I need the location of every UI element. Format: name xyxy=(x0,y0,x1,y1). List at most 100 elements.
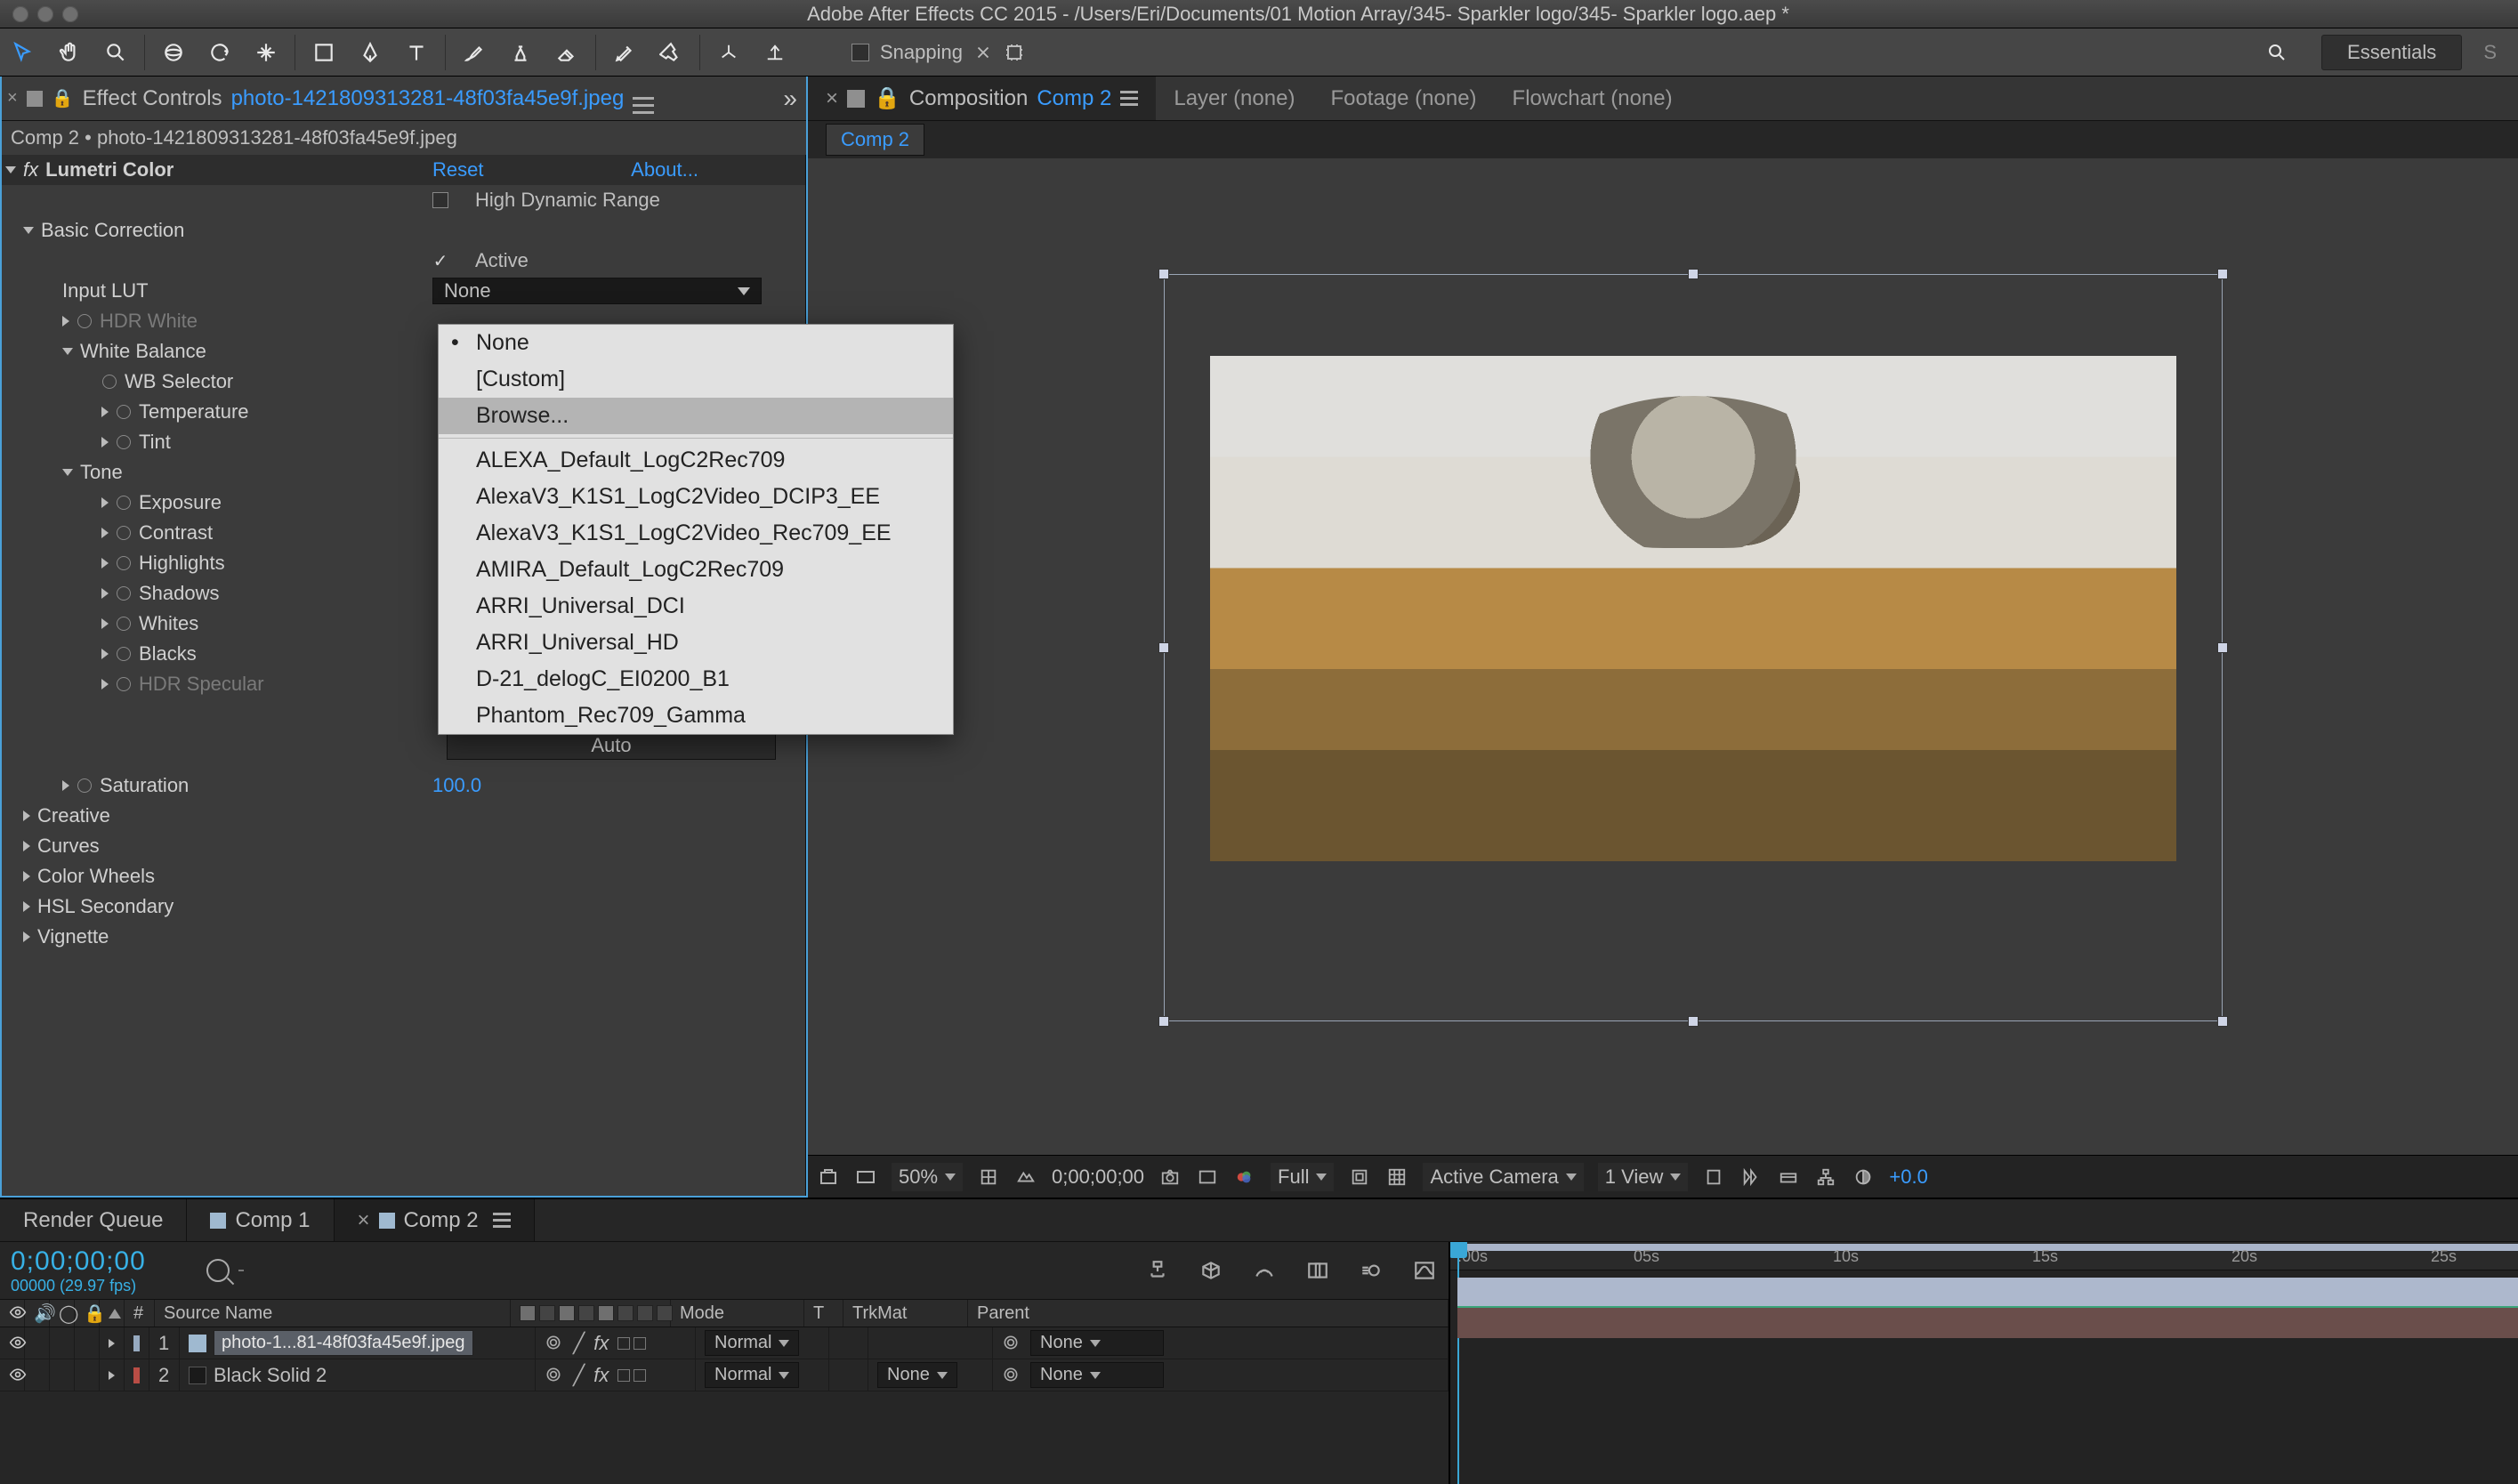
transform-handle[interactable] xyxy=(1688,269,1699,279)
mode-dropdown[interactable]: Normal xyxy=(705,1330,799,1356)
work-area-bar[interactable] xyxy=(1457,1244,2518,1251)
pickwhip-icon[interactable] xyxy=(1002,1334,1021,1353)
stopwatch-icon[interactable] xyxy=(116,525,132,541)
type-tool-icon[interactable] xyxy=(400,36,432,69)
zoom-dropdown[interactable]: 50% xyxy=(892,1163,963,1191)
zoom-traffic[interactable] xyxy=(62,6,78,22)
lut-option-item[interactable]: AMIRA_Default_LogC2Rec709 xyxy=(439,552,953,588)
effect-name[interactable]: Lumetri Color xyxy=(45,158,174,181)
lut-option-custom[interactable]: [Custom] xyxy=(439,361,953,398)
comp-flowchart-icon[interactable] xyxy=(1814,1165,1837,1189)
timeline-tracks[interactable]: :00s 05s 10s 15s 20s 25s xyxy=(1450,1242,2518,1484)
creative-group[interactable]: Creative xyxy=(37,804,110,827)
layer-name[interactable]: Black Solid 2 xyxy=(214,1364,327,1387)
mode-col[interactable]: Mode xyxy=(671,1300,804,1327)
zoom-tool-icon[interactable] xyxy=(100,36,132,69)
timecode-display[interactable]: 0;00;00;00 xyxy=(1052,1165,1144,1189)
graph-editor-icon[interactable] xyxy=(1411,1257,1438,1284)
panel-menu-icon[interactable] xyxy=(1120,91,1138,106)
channel-icon[interactable] xyxy=(1233,1165,1256,1189)
visibility-toggle[interactable] xyxy=(9,1366,27,1385)
region-of-interest-icon[interactable] xyxy=(1348,1165,1371,1189)
lut-option-item[interactable]: ARRI_Universal_DCI xyxy=(439,588,953,625)
roto-brush-tool-icon[interactable] xyxy=(609,36,641,69)
flowchart-tab[interactable]: Flowchart (none) xyxy=(1495,77,1691,120)
rotate-tool-icon[interactable] xyxy=(204,36,236,69)
show-snapshot-icon[interactable] xyxy=(1196,1165,1219,1189)
pan-behind-tool-icon[interactable] xyxy=(250,36,282,69)
pen-tool-icon[interactable] xyxy=(354,36,386,69)
transform-handle[interactable] xyxy=(1158,1016,1169,1027)
vignette-group[interactable]: Vignette xyxy=(37,925,109,948)
close-tab-icon[interactable]: × xyxy=(7,88,18,109)
camera-dropdown[interactable]: Active Camera xyxy=(1423,1163,1583,1191)
hsl-secondary-group[interactable]: HSL Secondary xyxy=(37,895,174,918)
tone-group[interactable]: Tone xyxy=(80,461,123,484)
lut-option-item[interactable]: D-21_delogC_EI0200_B1 xyxy=(439,661,953,698)
search-help-icon[interactable] xyxy=(2261,36,2293,69)
active-check-icon[interactable]: ✓ xyxy=(432,253,448,269)
stopwatch-icon[interactable] xyxy=(116,495,132,511)
brush-tool-icon[interactable] xyxy=(458,36,490,69)
label-swatch[interactable] xyxy=(133,1367,140,1383)
puppet-pin-tool-icon[interactable] xyxy=(655,36,687,69)
trkmat-col[interactable]: TrkMat xyxy=(843,1300,968,1327)
lut-option-item[interactable]: AlexaV3_K1S1_LogC2Video_Rec709_EE xyxy=(439,515,953,552)
transform-handle[interactable] xyxy=(1158,642,1169,653)
color-wheels-group[interactable]: Color Wheels xyxy=(37,865,155,888)
resolution-fast-icon[interactable] xyxy=(977,1165,1000,1189)
lock-icon[interactable]: 🔒 xyxy=(52,87,74,109)
close-tab-icon[interactable]: × xyxy=(826,86,838,111)
stopwatch-icon[interactable] xyxy=(116,555,132,571)
switches-icons[interactable] xyxy=(617,1369,646,1382)
curves-group[interactable]: Curves xyxy=(37,835,100,858)
parent-dropdown[interactable]: None xyxy=(1030,1362,1164,1388)
composition-tab[interactable]: × 🔒 Composition Comp 2 xyxy=(808,77,1156,120)
lut-option-item[interactable]: AlexaV3_K1S1_LogC2Video_DCIP3_EE xyxy=(439,479,953,515)
layer-tab[interactable]: Layer (none) xyxy=(1156,77,1312,120)
white-balance-group[interactable]: White Balance xyxy=(80,340,206,363)
lut-option-item[interactable]: ARRI_Universal_HD xyxy=(439,625,953,661)
lut-option-browse[interactable]: Browse... xyxy=(439,398,953,434)
snapshot-icon[interactable] xyxy=(1158,1165,1182,1189)
transform-handle[interactable] xyxy=(2217,1016,2228,1027)
parent-col[interactable]: Parent xyxy=(968,1300,1449,1327)
world-axis-icon[interactable] xyxy=(759,36,791,69)
comp-bounds[interactable] xyxy=(1164,274,2223,1021)
stopwatch-icon[interactable] xyxy=(77,778,93,794)
stopwatch-icon[interactable] xyxy=(116,585,132,601)
visibility-col-icon[interactable] xyxy=(9,1303,27,1323)
toggle-transparency-icon[interactable] xyxy=(1385,1165,1408,1189)
close-traffic[interactable] xyxy=(12,6,28,22)
comp2-tab[interactable]: ×Comp 2 xyxy=(335,1199,535,1241)
stopwatch-icon[interactable] xyxy=(116,646,132,662)
saturation-value[interactable]: 100.0 xyxy=(432,774,481,797)
switches-toggles[interactable] xyxy=(520,1305,673,1321)
visibility-toggle[interactable] xyxy=(9,1334,27,1353)
resolution-dropdown[interactable]: Full xyxy=(1271,1163,1334,1191)
transform-handle[interactable] xyxy=(1158,269,1169,279)
pickwhip-icon[interactable] xyxy=(545,1366,564,1385)
stopwatch-icon[interactable] xyxy=(77,313,93,329)
layer-row[interactable]: 2 Black Solid 2 ╱ fx Normal None None xyxy=(0,1359,1449,1391)
lut-option-item[interactable]: ALEXA_Default_LogC2Rec709 xyxy=(439,442,953,479)
timeline-icon[interactable] xyxy=(1777,1165,1800,1189)
shy-icon[interactable] xyxy=(1251,1257,1278,1284)
mode-dropdown[interactable]: Normal xyxy=(705,1362,799,1388)
pickwhip-icon[interactable] xyxy=(545,1334,564,1353)
layer-name[interactable]: photo-1...81-48f03fa45e9f.jpeg xyxy=(214,1330,473,1356)
reset-exposure-icon[interactable] xyxy=(1852,1165,1875,1189)
label-col-icon[interactable] xyxy=(109,1309,121,1319)
transform-handle[interactable] xyxy=(1688,1016,1699,1027)
orbit-tool-icon[interactable] xyxy=(157,36,190,69)
footage-tab[interactable]: Footage (none) xyxy=(1312,77,1494,120)
comp-mini-flowchart-icon[interactable] xyxy=(1144,1257,1171,1284)
layer-row[interactable]: 1 photo-1...81-48f03fa45e9f.jpeg ╱ fx No… xyxy=(0,1327,1449,1359)
eraser-tool-icon[interactable] xyxy=(551,36,583,69)
rectangle-tool-icon[interactable] xyxy=(308,36,340,69)
source-name-col[interactable]: Source Name xyxy=(155,1300,511,1327)
snapping-toggle[interactable]: Snapping xyxy=(851,41,1025,64)
pickwhip-icon[interactable] xyxy=(1002,1366,1021,1385)
trkmat-dropdown[interactable]: None xyxy=(877,1362,957,1388)
fast-previews-icon[interactable] xyxy=(1739,1165,1763,1189)
